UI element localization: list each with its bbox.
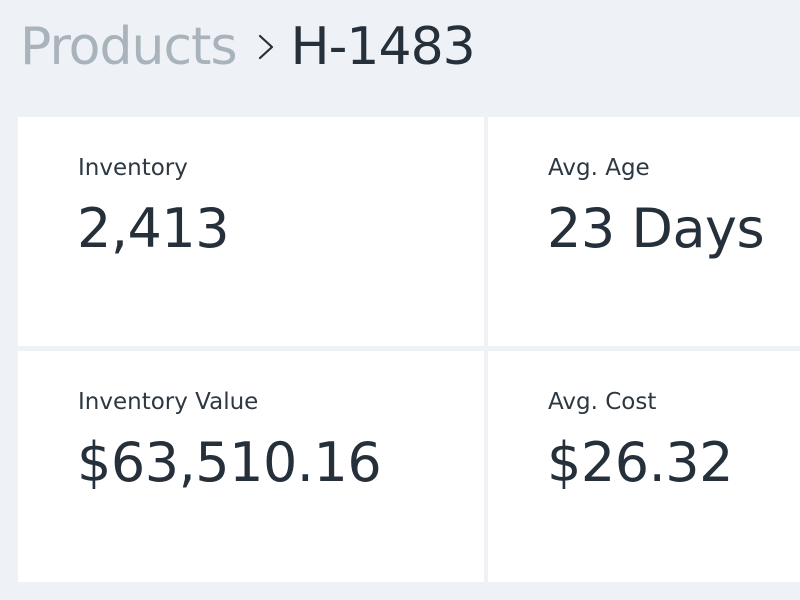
chevron-right-icon: [257, 12, 275, 82]
breadcrumb-link-products[interactable]: Products: [20, 17, 238, 77]
stat-label: Avg. Cost: [548, 389, 657, 415]
stats-grid: Inventory 2,413 Avg. Age 23 Days Invento…: [18, 117, 800, 582]
stat-value: 23 Days: [547, 197, 765, 260]
breadcrumb: Products H-1483: [20, 12, 476, 82]
stat-value: $26.32: [547, 431, 733, 494]
stat-label: Inventory Value: [78, 389, 259, 415]
stat-label: Inventory: [78, 155, 188, 181]
stat-value: $63,510.16: [77, 431, 382, 494]
stat-card-inventory-value: Inventory Value $63,510.16: [18, 351, 484, 582]
stat-label: Avg. Age: [548, 155, 650, 181]
stat-card-avg-age: Avg. Age 23 Days: [488, 117, 800, 346]
stat-card-inventory: Inventory 2,413: [18, 117, 484, 346]
stat-value: 2,413: [77, 197, 230, 260]
stat-card-avg-cost: Avg. Cost $26.32: [488, 351, 800, 582]
page-title: H-1483: [290, 17, 476, 77]
